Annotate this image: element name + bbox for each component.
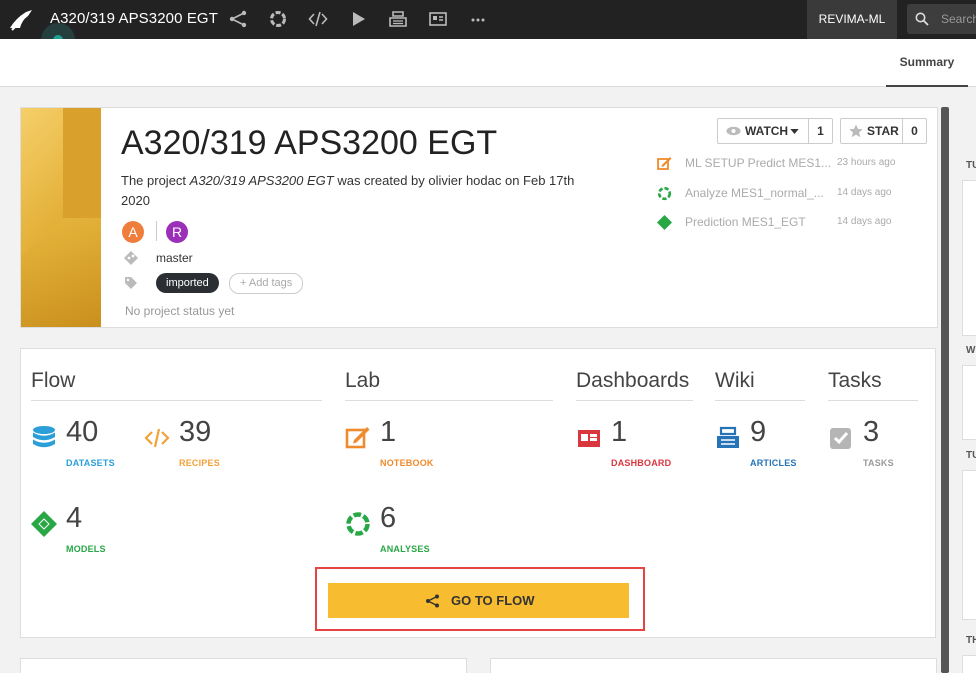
tab-summary[interactable]: Summary xyxy=(886,39,968,87)
search-placeholder: Search xyxy=(941,12,976,26)
notebook-icon xyxy=(657,157,672,170)
stat-datasets[interactable]: 40 DATASETS xyxy=(31,416,141,476)
datasets-icon xyxy=(33,426,55,448)
stat-analyses[interactable]: 6 ANALYSES xyxy=(345,502,455,562)
section-title-lab: Lab xyxy=(345,369,381,392)
dataiku-bird-logo[interactable] xyxy=(8,8,34,32)
activity-item[interactable]: Prediction MES1_EGT 14 days ago xyxy=(657,213,927,233)
section-title-dashboards: Dashboards xyxy=(576,369,690,392)
project-status: No project status yet xyxy=(125,304,235,318)
star-button[interactable]: STAR 0 xyxy=(840,118,927,144)
star-icon xyxy=(849,124,863,138)
model-icon xyxy=(31,511,57,537)
tag-icon xyxy=(125,277,137,289)
code-icon[interactable] xyxy=(308,9,328,29)
stat-models[interactable]: 4 MODELS xyxy=(31,502,141,562)
stat-dashboard[interactable]: 1 DASHBOARD xyxy=(576,416,686,476)
section-title-flow: Flow xyxy=(31,369,76,392)
project-key-button[interactable]: REVIMA-ML xyxy=(807,0,897,39)
code-icon xyxy=(144,428,170,448)
bottom-card-right xyxy=(490,658,937,673)
star-count: 0 xyxy=(902,119,926,143)
project-cover-image xyxy=(21,108,101,327)
activity-item[interactable]: ML SETUP Predict MES1... 23 hours ago xyxy=(657,154,927,174)
play-icon[interactable] xyxy=(348,9,368,29)
analysis-icon xyxy=(346,512,370,536)
right-column-label: TU xyxy=(966,160,976,171)
project-title[interactable]: A320/319 APS3200 EGT xyxy=(50,10,218,27)
project-name: A320/319 APS3200 EGT xyxy=(121,124,498,162)
project-header-card: A320/319 APS3200 EGT The project A320/31… xyxy=(20,107,938,328)
dashboard-icon[interactable] xyxy=(428,9,448,29)
flow-icon[interactable] xyxy=(228,9,248,29)
avatar-divider xyxy=(156,221,157,241)
notebook-icon xyxy=(345,427,370,449)
sub-header: Summary xyxy=(0,39,976,87)
wiki-icon[interactable] xyxy=(388,9,408,29)
scrollbar[interactable] xyxy=(941,107,949,673)
flow-icon xyxy=(426,594,439,608)
search-icon xyxy=(915,12,929,26)
eye-icon xyxy=(726,126,741,136)
dashboard-icon xyxy=(578,430,600,447)
go-to-flow-button[interactable]: GO TO FLOW xyxy=(328,583,629,618)
git-branch-icon xyxy=(124,251,138,265)
caret-down-icon xyxy=(790,129,799,134)
top-navigation-bar: A320/319 APS3200 EGT REVIMA-ML Search xyxy=(0,0,976,39)
branch-name[interactable]: master xyxy=(156,251,193,265)
analysis-icon xyxy=(657,186,672,201)
project-stats-card: Flow Lab Dashboards Wiki Tasks 40 DATASE… xyxy=(20,348,936,638)
watch-button[interactable]: WATCH 1 xyxy=(717,118,833,144)
stat-tasks[interactable]: 3 TASKS xyxy=(828,416,938,476)
stat-recipes[interactable]: 39 RECIPES xyxy=(144,416,254,476)
wiki-icon xyxy=(717,426,739,448)
section-title-tasks: Tasks xyxy=(828,369,882,392)
avatar[interactable]: R xyxy=(166,221,188,243)
checkbox-icon xyxy=(830,428,851,449)
project-description: The project A320/319 APS3200 EGT was cre… xyxy=(121,173,575,208)
right-column: TU W TU TH xyxy=(961,140,976,673)
watch-count: 1 xyxy=(808,119,832,143)
bottom-card-left xyxy=(20,658,467,673)
avatar[interactable]: A xyxy=(122,221,144,243)
stat-articles[interactable]: 9 ARTICLES xyxy=(715,416,825,476)
section-title-wiki: Wiki xyxy=(715,369,755,392)
model-icon xyxy=(657,215,672,230)
activity-item[interactable]: Analyze MES1_normal_... 14 days ago xyxy=(657,184,927,204)
stat-notebook[interactable]: 1 NOTEBOOK xyxy=(345,416,455,476)
more-icon[interactable] xyxy=(468,9,488,29)
search-box[interactable]: Search xyxy=(907,4,976,34)
tag-badge[interactable]: imported xyxy=(156,273,219,293)
analysis-icon[interactable] xyxy=(268,9,288,29)
right-column-label: TH xyxy=(966,635,976,646)
right-column-label: W xyxy=(966,345,976,356)
add-tags-button[interactable]: + Add tags xyxy=(229,273,304,294)
right-column-label: TU xyxy=(966,450,976,461)
